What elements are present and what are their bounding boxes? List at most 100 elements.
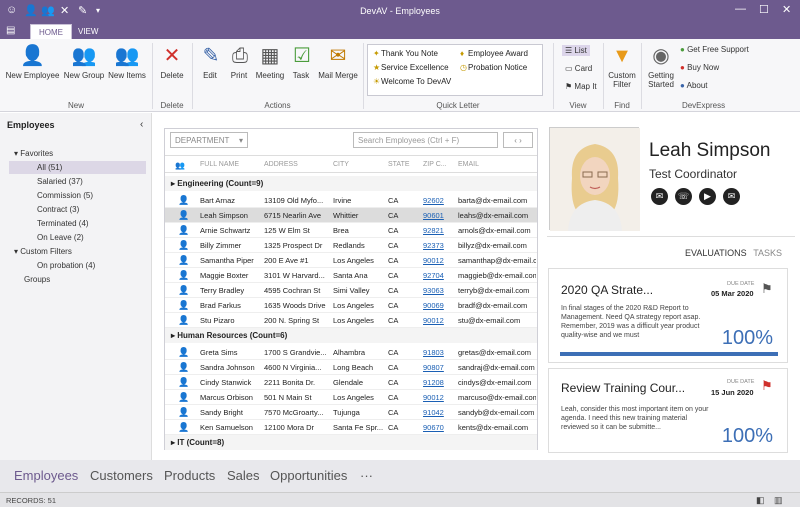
flag-icon[interactable]: ⚑	[761, 281, 773, 297]
tab-tasks[interactable]: TASKS	[753, 248, 782, 258]
nav-arrows[interactable]: ‹ ›	[503, 132, 533, 148]
table-cell[interactable]: 92821	[423, 226, 453, 235]
edit-button[interactable]: ✎ Edit	[198, 43, 222, 80]
mail-icon[interactable]: ✉	[723, 188, 740, 205]
nav-sales[interactable]: Sales	[227, 468, 260, 483]
nav-customers[interactable]: Customers	[90, 468, 153, 483]
table-cell[interactable]: sandyb@dx-email.com	[458, 408, 536, 417]
table-row[interactable]: 👤 Brad Farkus 1635 Woods Drive Los Angeles C…	[165, 298, 537, 313]
flag-icon[interactable]: ⚑	[761, 378, 773, 394]
column-address[interactable]: ADDRESS	[264, 161, 298, 168]
table-cell[interactable]: 90012	[423, 316, 453, 325]
nav-item-terminated[interactable]: Terminated (4)	[37, 219, 89, 228]
nav-item-all[interactable]: All (51)	[9, 161, 146, 174]
phone-icon[interactable]: ☏	[675, 188, 692, 205]
table-row[interactable]: 👤 Sandra Johnson 4600 N Virginia... Long Be…	[165, 360, 537, 375]
nav-item-contract[interactable]: Contract (3)	[37, 205, 79, 214]
table-row[interactable]: 👤 Marcus Orbison 501 N Main St Los Angeles C…	[165, 390, 537, 405]
nav-item-commission[interactable]: Commission (5)	[37, 191, 93, 200]
map-it-button[interactable]: ⚑ Map It	[562, 81, 600, 92]
table-row[interactable]: 👤 Greta Sims 1700 S Grandvie... Alhambra CA 9…	[165, 345, 537, 360]
thank-you-note-item[interactable]: ✦Thank You Note	[373, 49, 438, 58]
column-zip[interactable]: ZIP C...	[423, 161, 447, 168]
table-row[interactable]: 👤 Arnie Schwartz 125 W Elm St Brea CA 92821 ar…	[165, 223, 537, 238]
table-cell[interactable]: cindys@dx-email.com	[458, 378, 536, 387]
table-cell[interactable]: 91042	[423, 408, 453, 417]
table-cell[interactable]: gretas@dx-email.com	[458, 348, 536, 357]
nav-item-salaried[interactable]: Salaried (37)	[37, 177, 83, 186]
table-cell[interactable]: barta@dx-email.com	[458, 196, 536, 205]
table-cell[interactable]: 93063	[423, 286, 453, 295]
table-row[interactable]: 👤 Samantha Piper 200 E Ave #1 Los Angeles CA…	[165, 253, 537, 268]
table-cell[interactable]: stu@dx-email.com	[458, 316, 536, 325]
video-icon[interactable]: ▶	[699, 188, 716, 205]
delete-button[interactable]: ✕ Delete	[157, 43, 187, 80]
table-cell[interactable]: marcuso@dx-email.com	[458, 393, 536, 402]
table-cell[interactable]: maggieb@dx-email.com	[458, 271, 536, 280]
table-row[interactable]: 👤 Bart Arnaz 13109 Old Myfo... Irvine CA 9260…	[165, 193, 537, 208]
chat-icon[interactable]: ✉	[651, 188, 668, 205]
collapse-button[interactable]: ‹	[140, 119, 143, 130]
tab-view[interactable]: VIEW	[70, 24, 106, 39]
table-cell[interactable]: 92602	[423, 196, 453, 205]
buy-now-button[interactable]: ● Buy Now	[680, 63, 719, 72]
service-excellence-item[interactable]: ★Service Excellence	[373, 63, 449, 72]
meeting-button[interactable]: ▦ Meeting	[254, 43, 286, 80]
layout-alt-icon[interactable]: ▥	[774, 495, 783, 506]
column-email[interactable]: EMAIL	[458, 161, 479, 168]
group-row[interactable]: ▸ Human Resources (Count=6)	[165, 328, 537, 343]
table-cell[interactable]: kents@dx-email.com	[458, 423, 536, 432]
table-cell[interactable]: 90807	[423, 363, 453, 372]
column-city[interactable]: CITY	[333, 161, 349, 168]
nav-employees[interactable]: Employees	[14, 468, 78, 483]
group-row[interactable]: ▸ Engineering (Count=9)	[165, 176, 537, 191]
search-input[interactable]: Search Employees (Ctrl + F)	[353, 132, 498, 148]
task-button[interactable]: ☑ Task	[289, 43, 313, 80]
custom-filter-button[interactable]: ▼ Custom Filter	[607, 43, 637, 89]
list-view-button[interactable]: ☰ List	[562, 45, 590, 56]
table-row[interactable]: 👤 Sandy Bright 7570 McGroarty... Tujunga CA 9…	[165, 405, 537, 420]
group-row[interactable]: ▸ IT (Count=8)	[165, 435, 537, 450]
table-cell[interactable]: 92373	[423, 241, 453, 250]
table-row[interactable]: 👤 Stu Pizaro 200 N. Spring St Los Angeles CA…	[165, 313, 537, 328]
getting-started-button[interactable]: ◉ Getting Started	[645, 43, 677, 89]
task-card[interactable]: Review Training Cour... Leah, consider t…	[548, 368, 788, 453]
table-cell[interactable]: sandraj@dx-email.com	[458, 363, 536, 372]
card-view-button[interactable]: ▭ Card	[562, 63, 595, 74]
nav-opportunities[interactable]: Opportunities	[270, 468, 347, 483]
table-row[interactable]: 👤 Cindy Stanwick 2211 Bonita Dr. Glendale CA…	[165, 375, 537, 390]
task-card[interactable]: 2020 QA Strate... In final stages of the…	[548, 268, 788, 363]
table-cell[interactable]: arnols@dx-email.com	[458, 226, 536, 235]
more-button[interactable]: ···	[360, 468, 373, 483]
maximize-icon[interactable]: ☐	[759, 3, 769, 16]
new-group-button[interactable]: 👥 New Group	[62, 43, 106, 80]
new-employee-button[interactable]: 👤 New Employee	[5, 43, 60, 80]
table-cell[interactable]: terryb@dx-email.com	[458, 286, 536, 295]
table-cell[interactable]: billyz@dx-email.com	[458, 241, 536, 250]
nav-item-groups[interactable]: Groups	[24, 275, 50, 284]
print-button[interactable]: ⎙ Print	[227, 43, 251, 80]
file-menu-icon[interactable]: ▤	[6, 25, 15, 36]
column-state[interactable]: STATE	[388, 161, 410, 168]
nav-products[interactable]: Products	[164, 468, 215, 483]
favorites-node[interactable]: ▾ Favorites	[14, 149, 53, 158]
tab-evaluations[interactable]: EVALUATIONS	[685, 248, 747, 258]
nav-item-on-leave[interactable]: On Leave (2)	[37, 233, 84, 242]
column-full-name[interactable]: FULL NAME	[200, 161, 239, 168]
table-cell[interactable]: 90670	[423, 423, 453, 432]
table-row[interactable]: 👤 Terry Bradley 4595 Cochran St Simi Valley…	[165, 283, 537, 298]
table-cell[interactable]: 90012	[423, 393, 453, 402]
table-cell[interactable]: leahs@dx-email.com	[458, 211, 536, 220]
table-cell[interactable]: 91803	[423, 348, 453, 357]
table-cell[interactable]: bradf@dx-email.com	[458, 301, 536, 310]
table-row[interactable]: 👤 Maggie Boxter 3101 W Harvard... Santa Ana…	[165, 268, 537, 283]
get-free-support-button[interactable]: ● Get Free Support	[680, 45, 749, 54]
table-row[interactable]: 👤 Billy Zimmer 1325 Prospect Dr Redlands CA 9…	[165, 238, 537, 253]
probation-notice-item[interactable]: ◷Probation Notice	[460, 63, 527, 72]
nav-item-on-probation[interactable]: On probation (4)	[37, 261, 95, 270]
layout-icon[interactable]: ◧	[756, 495, 765, 506]
tab-home[interactable]: HOME	[30, 24, 72, 39]
about-button[interactable]: ● About	[680, 81, 708, 90]
custom-filters-node[interactable]: ▾ Custom Filters	[14, 247, 72, 256]
table-row[interactable]: 👤 Leah Simpson 6715 Nearlin Ave Whittier CA 9…	[165, 208, 537, 223]
